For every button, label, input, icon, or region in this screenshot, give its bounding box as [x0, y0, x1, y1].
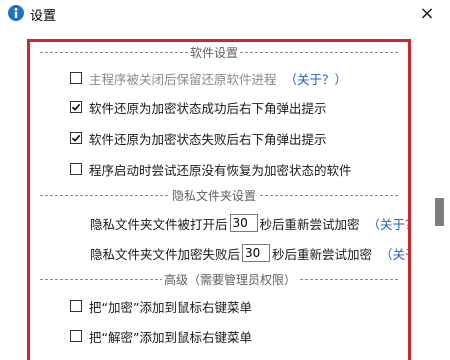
private-fail-retry-row: 隐私文件夹文件加密失败后 30 秒后重新尝试加密 （关于？）	[90, 243, 408, 263]
option-label: 软件还原为加密状态成功后右下角弹出提示	[89, 100, 327, 116]
settings-panel: 软件设置 主程序被关闭后保留还原软件进程 （关于？） 软件还原为加密状态成功后右…	[27, 39, 411, 360]
about-link[interactable]: （关于？）	[368, 214, 408, 233]
section-title-advanced: 高级（需要管理员权限）	[162, 271, 299, 288]
row-prefix: 隐私文件夹文件被打开后	[90, 216, 228, 232]
section-header-software: 软件设置	[40, 44, 398, 61]
about-link[interactable]: （关于？）	[285, 69, 348, 88]
section-header-advanced: 高级（需要管理员权限）	[40, 271, 398, 288]
open-retry-seconds-input[interactable]: 30	[229, 214, 258, 232]
row-suffix: 秒后重新尝试加密	[272, 246, 373, 262]
option-label: 把“解密”添加到鼠标右键菜单	[89, 329, 252, 345]
about-link[interactable]: （关于？）	[380, 244, 408, 263]
private-open-retry-row: 隐私文件夹文件被打开后 30 秒后重新尝试加密 （关于？）	[90, 213, 408, 233]
scrollbar-thumb[interactable]	[435, 198, 444, 226]
checkbox-startup-restore[interactable]	[70, 163, 82, 175]
checkbox-context-menu-decrypt[interactable]	[70, 330, 82, 342]
option-context-menu-decrypt[interactable]: 把“解密”添加到鼠标右键菜单	[70, 327, 252, 345]
checkbox-context-menu-encrypt[interactable]	[70, 300, 82, 312]
section-title-private: 隐私文件夹设置	[170, 187, 259, 204]
option-context-menu-encrypt[interactable]: 把“加密”添加到鼠标右键菜单	[70, 297, 252, 315]
option-label: 程序启动时尝试还原没有恢复为加密状态的软件	[89, 162, 352, 178]
option-label: 主程序被关闭后保留还原软件进程	[89, 71, 277, 87]
option-failure-notification[interactable]: 软件还原为加密状态失败后右下角弹出提示	[70, 129, 327, 147]
close-icon: ×	[419, 3, 435, 24]
row-prefix: 隐私文件夹文件加密失败后	[90, 246, 241, 262]
window-title: 设置	[30, 9, 57, 24]
option-label: 软件还原为加密状态失败后右下角弹出提示	[89, 131, 327, 147]
section-header-private: 隐私文件夹设置	[40, 187, 398, 204]
option-label: 把“加密”添加到鼠标右键菜单	[89, 299, 252, 315]
info-icon	[8, 5, 24, 21]
checkbox-failure-notification[interactable]	[70, 132, 82, 144]
option-success-notification[interactable]: 软件还原为加密状态成功后右下角弹出提示	[70, 98, 327, 116]
checkbox-keep-restore-process[interactable]	[70, 72, 82, 84]
option-keep-restore-process[interactable]: 主程序被关闭后保留还原软件进程 （关于？）	[70, 69, 347, 87]
close-button[interactable]: ×	[412, 2, 442, 26]
option-startup-restore[interactable]: 程序启动时尝试还原没有恢复为加密状态的软件	[70, 160, 352, 178]
fail-retry-seconds-input[interactable]: 30	[242, 244, 271, 262]
title-bar: 设置 ×	[0, 0, 450, 30]
row-suffix: 秒后重新尝试加密	[259, 216, 360, 232]
section-title-software: 软件设置	[188, 44, 241, 61]
checkbox-success-notification[interactable]	[70, 101, 82, 113]
